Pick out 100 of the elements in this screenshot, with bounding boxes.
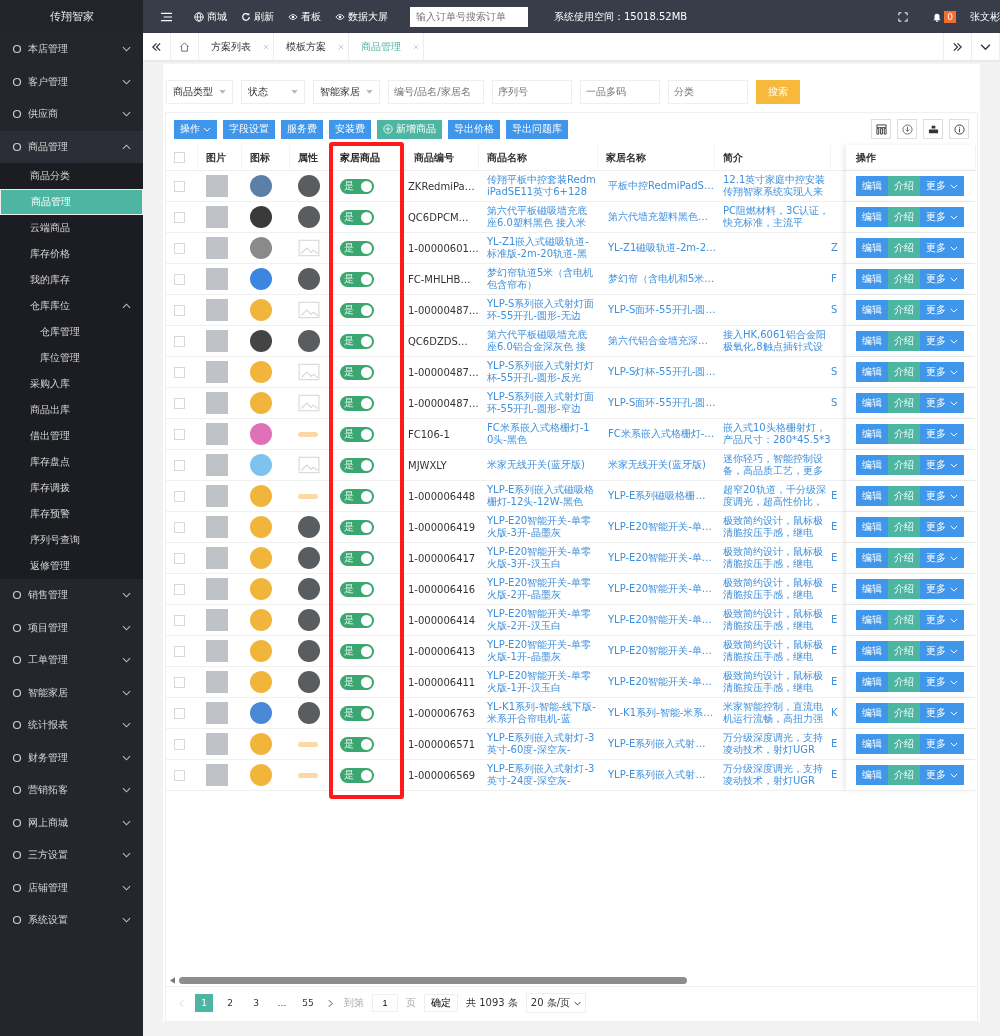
row-action-button[interactable]: 介绍 — [888, 269, 920, 289]
print-tool[interactable] — [923, 119, 943, 139]
select-all-checkbox[interactable] — [174, 152, 185, 163]
row-action-button[interactable]: 更多 — [920, 393, 964, 413]
product-name-link[interactable]: YLP-E20智能开关-单零火版-2开-晶墨灰 — [487, 577, 596, 601]
home-name-link[interactable]: YLP-E20智能开关-单… — [606, 552, 712, 564]
home-name-link[interactable]: YLP-E20智能开关-单… — [606, 614, 712, 626]
home-name-link[interactable]: YLP-E系列嵌入式射… — [606, 769, 706, 781]
row-action-button[interactable]: 介绍 — [888, 703, 920, 723]
toggle-switch[interactable]: 是 — [340, 705, 374, 721]
row-action-button[interactable]: 更多 — [920, 641, 964, 661]
home-name-link[interactable]: YLP-S灯杯-55开孔-圆… — [606, 366, 715, 378]
row-action-button[interactable]: 介绍 — [888, 393, 920, 413]
home-name-link[interactable]: 第六代铝合金墙充深… — [606, 335, 708, 347]
row-action-button[interactable]: 编辑 — [856, 362, 888, 382]
row-action-button[interactable]: 介绍 — [888, 765, 920, 785]
product-name-link[interactable]: 梦幻帘轨道5米（含电机包含帘布） — [487, 267, 596, 291]
sidebar-item[interactable]: 本店管理 — [0, 33, 143, 66]
sidebar-item[interactable]: 系统设置 — [0, 904, 143, 937]
row-checkbox[interactable] — [174, 180, 185, 192]
row-action-button[interactable]: 编辑 — [856, 424, 888, 444]
product-name-link[interactable]: FC米系嵌入式格栅灯-10头-黑色 — [487, 422, 596, 446]
product-name-link[interactable]: YL-Z1嵌入式磁吸轨道-标准版-2m-20轨道-黑 — [487, 236, 596, 260]
toggle-switch[interactable]: 是 — [340, 612, 374, 628]
filter-input[interactable]: 编号/品名/家居名 — [388, 79, 484, 104]
row-action-button[interactable]: 更多 — [920, 331, 964, 351]
scrollbar-thumb[interactable] — [179, 976, 687, 984]
row-action-button[interactable]: 介绍 — [888, 641, 920, 661]
toolbar-button[interactable]: 新增商品 — [377, 119, 442, 139]
chevron-right-icon[interactable] — [328, 998, 333, 1008]
row-action-button[interactable]: 编辑 — [856, 641, 888, 661]
page-input[interactable]: 1 — [372, 994, 398, 1012]
toolbar-button[interactable]: 安装费 — [329, 119, 371, 139]
home-name-link[interactable]: YLP-E20智能开关-单… — [606, 583, 712, 595]
row-action-button[interactable]: 编辑 — [856, 176, 888, 196]
row-action-button[interactable]: 编辑 — [856, 548, 888, 568]
nav-link[interactable]: 看板 — [288, 9, 321, 24]
row-action-button[interactable]: 介绍 — [888, 331, 920, 351]
sidebar-item[interactable]: 项目管理 — [0, 611, 143, 644]
sidebar-item[interactable]: 客户管理 — [0, 65, 143, 98]
product-name-link[interactable]: 传翔平板中控套装RedmiPadSE11英寸6+128 — [487, 174, 596, 198]
row-action-button[interactable]: 更多 — [920, 269, 964, 289]
toggle-switch[interactable]: 是 — [340, 302, 374, 318]
product-name-link[interactable]: YLP-E系列嵌入式射灯-3英寸-60度-深空灰- — [487, 732, 596, 756]
sidebar-item[interactable]: 库存调拨 — [0, 475, 143, 501]
row-action-button[interactable]: 介绍 — [888, 734, 920, 754]
sidebar-item[interactable]: 库存盘点 — [0, 449, 143, 475]
columns-tool[interactable] — [871, 119, 891, 139]
toolbar-button[interactable]: 服务费 — [281, 119, 323, 139]
row-action-button[interactable]: 介绍 — [888, 579, 920, 599]
toolbar-button[interactable]: 导出问题库 — [506, 119, 568, 139]
product-name-link[interactable]: YLP-E系列嵌入式射灯-3英寸-24度-深空灰- — [487, 763, 596, 787]
page-size-select[interactable]: 20 条/页 — [525, 993, 587, 1013]
toggle-switch[interactable]: 是 — [340, 209, 374, 225]
filter-select[interactable]: 商品类型 — [166, 79, 233, 104]
sidebar-item[interactable]: 店铺管理 — [0, 871, 143, 904]
home-name-link[interactable]: 平板中控RedmiPadS… — [606, 180, 714, 192]
sidebar-item[interactable]: 商品分类 — [0, 163, 143, 189]
row-checkbox[interactable] — [174, 211, 185, 223]
row-checkbox[interactable] — [174, 552, 185, 564]
home-name-link[interactable]: YLP-E20智能开关-单… — [606, 676, 712, 688]
toggle-switch[interactable]: 是 — [340, 395, 374, 411]
toggle-switch[interactable]: 是 — [340, 178, 374, 194]
toggle-switch[interactable]: 是 — [340, 674, 374, 690]
row-action-button[interactable]: 介绍 — [888, 455, 920, 475]
row-action-button[interactable]: 更多 — [920, 579, 964, 599]
toolbar-button[interactable]: 导出价格 — [448, 119, 500, 139]
row-action-button[interactable]: 更多 — [920, 362, 964, 382]
row-action-button[interactable]: 更多 — [920, 703, 964, 723]
sidebar-item[interactable]: 库存价格 — [0, 241, 143, 267]
row-action-button[interactable]: 介绍 — [888, 176, 920, 196]
row-checkbox[interactable] — [174, 366, 185, 378]
row-action-button[interactable]: 介绍 — [888, 548, 920, 568]
row-action-button[interactable]: 更多 — [920, 424, 964, 444]
sidebar-item[interactable]: 商品出库 — [0, 397, 143, 423]
scroll-left-arrow-icon[interactable] — [170, 976, 175, 984]
product-name-link[interactable]: YLP-E20智能开关-单零火版-3开-汉玉白 — [487, 546, 596, 570]
sidebar-item[interactable]: 借出管理 — [0, 423, 143, 449]
page-button[interactable]: 55 — [299, 994, 317, 1012]
row-checkbox[interactable] — [174, 397, 185, 409]
nav-link[interactable]: 数据大屏 — [335, 9, 388, 24]
row-action-button[interactable]: 介绍 — [888, 238, 920, 258]
sidebar-item[interactable]: 工单管理 — [0, 644, 143, 677]
sidebar-item[interactable]: 仓库库位 — [0, 293, 143, 319]
bell-icon[interactable] — [932, 11, 943, 22]
row-action-button[interactable]: 更多 — [920, 765, 964, 785]
toggle-switch[interactable]: 是 — [340, 519, 374, 535]
home-name-link[interactable]: YLP-S面环-55开孔-圆… — [606, 304, 715, 316]
order-search-field[interactable]: 输入订单号搜索订单 — [410, 6, 528, 27]
toggle-switch[interactable]: 是 — [340, 426, 374, 442]
sidebar-item[interactable]: 序列号查询 — [0, 527, 143, 553]
sidebar-item[interactable]: 统计报表 — [0, 709, 143, 742]
user-name[interactable]: 张文彬 — [970, 9, 1000, 24]
row-action-button[interactable]: 更多 — [920, 548, 964, 568]
row-checkbox[interactable] — [174, 521, 185, 533]
sidebar-item[interactable]: 营销拓客 — [0, 774, 143, 807]
row-action-button[interactable]: 更多 — [920, 207, 964, 227]
info-tool[interactable] — [949, 119, 969, 139]
chevron-left-icon[interactable] — [179, 998, 184, 1008]
sidebar-item[interactable]: 三方设置 — [0, 839, 143, 872]
